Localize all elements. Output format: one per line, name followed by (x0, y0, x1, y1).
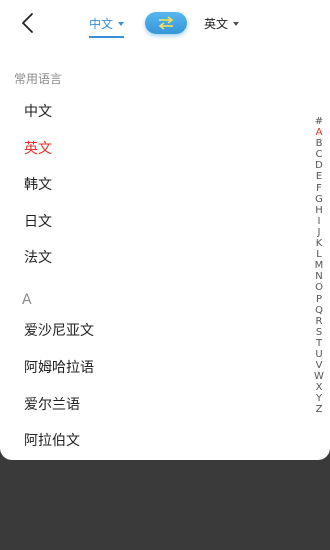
source-language-select[interactable]: 中文 (89, 15, 125, 38)
alphabet-index-letter[interactable]: U (312, 349, 326, 360)
swap-arrows-icon (158, 16, 174, 30)
language-label: 法文 (24, 250, 52, 266)
alphabet-index-letter[interactable]: Y (312, 393, 326, 404)
section-header-common: 常用语言 (14, 72, 63, 86)
language-label: 阿拉伯文 (24, 433, 80, 449)
alphabet-index-letter[interactable]: X (312, 382, 326, 393)
alphabet-index-letter[interactable]: G (312, 194, 326, 205)
language-label: 英文 (24, 141, 52, 157)
alphabet-index-letter[interactable]: D (312, 160, 326, 171)
list-item-language[interactable]: 阿拉伯文 (0, 422, 300, 458)
language-label: 中文 (24, 104, 52, 120)
alphabet-index-letter[interactable]: I (312, 216, 326, 227)
list-item-language[interactable]: 爱尔兰语 (0, 386, 300, 422)
target-language-select[interactable]: 英文 (204, 15, 240, 32)
alphabet-index-letter[interactable]: Z (312, 404, 326, 415)
caret-down-icon (233, 21, 240, 26)
list-item-language[interactable]: 爱沙尼亚文 (0, 312, 300, 348)
alphabet-index-letter[interactable]: E (312, 171, 326, 182)
swap-languages-button[interactable] (145, 12, 187, 34)
alphabet-index-bar[interactable]: # A B C D E F G H I J K L M N O P Q R S T U V W X Y Z (312, 116, 326, 416)
language-label: 爱沙尼亚文 (24, 323, 94, 339)
list-item-language[interactable]: 中文 (0, 93, 300, 129)
list-item-language[interactable]: 韩文 (0, 166, 300, 202)
language-label: 爱尔兰语 (24, 397, 80, 413)
alphabet-index-letter[interactable]: S (312, 327, 326, 338)
target-language-label: 英文 (204, 17, 229, 31)
source-language-label: 中文 (89, 17, 114, 31)
alphabet-index-letter[interactable]: T (312, 338, 326, 349)
alphabet-index-letter[interactable]: R (312, 316, 326, 327)
alphabet-index-letter[interactable]: F (312, 183, 326, 194)
alphabet-index-letter[interactable]: O (312, 282, 326, 293)
alphabet-index-letter[interactable]: C (312, 149, 326, 160)
language-label: 阿姆哈拉语 (24, 360, 94, 376)
alphabet-index-letter[interactable]: W (312, 371, 326, 382)
list-item-language[interactable]: 日文 (0, 203, 300, 239)
list-item-language-selected[interactable]: 英文 (0, 130, 300, 166)
alphabet-index-letter[interactable]: H (312, 205, 326, 216)
chevron-left-icon (22, 13, 33, 33)
language-label: 日文 (24, 214, 52, 230)
language-picker-sheet: 中文 英文 常用语言 中文 英文 韩文 日文 法文 A 爱沙尼亚文 阿姆哈拉语 … (0, 0, 330, 460)
list-item-language[interactable]: 阿姆哈拉语 (0, 349, 300, 385)
alphabet-index-letter[interactable]: J (312, 227, 326, 238)
alphabet-index-letter[interactable]: P (312, 294, 326, 305)
alphabet-index-letter[interactable]: V (312, 360, 326, 371)
back-button[interactable] (18, 10, 42, 36)
language-label: 韩文 (24, 177, 52, 193)
section-header-a: A (22, 292, 32, 308)
alphabet-index-letter[interactable]: A (312, 127, 326, 138)
caret-down-icon (118, 21, 125, 26)
alphabet-index-letter[interactable]: M (312, 260, 326, 271)
alphabet-index-letter[interactable]: L (312, 249, 326, 260)
alphabet-index-letter[interactable]: K (312, 238, 326, 249)
alphabet-index-letter[interactable]: # (312, 116, 326, 127)
list-item-language[interactable]: 法文 (0, 239, 300, 275)
alphabet-index-letter[interactable]: B (312, 138, 326, 149)
alphabet-index-letter[interactable]: N (312, 271, 326, 282)
alphabet-index-letter[interactable]: Q (312, 305, 326, 316)
top-bar: 中文 英文 (0, 0, 330, 48)
